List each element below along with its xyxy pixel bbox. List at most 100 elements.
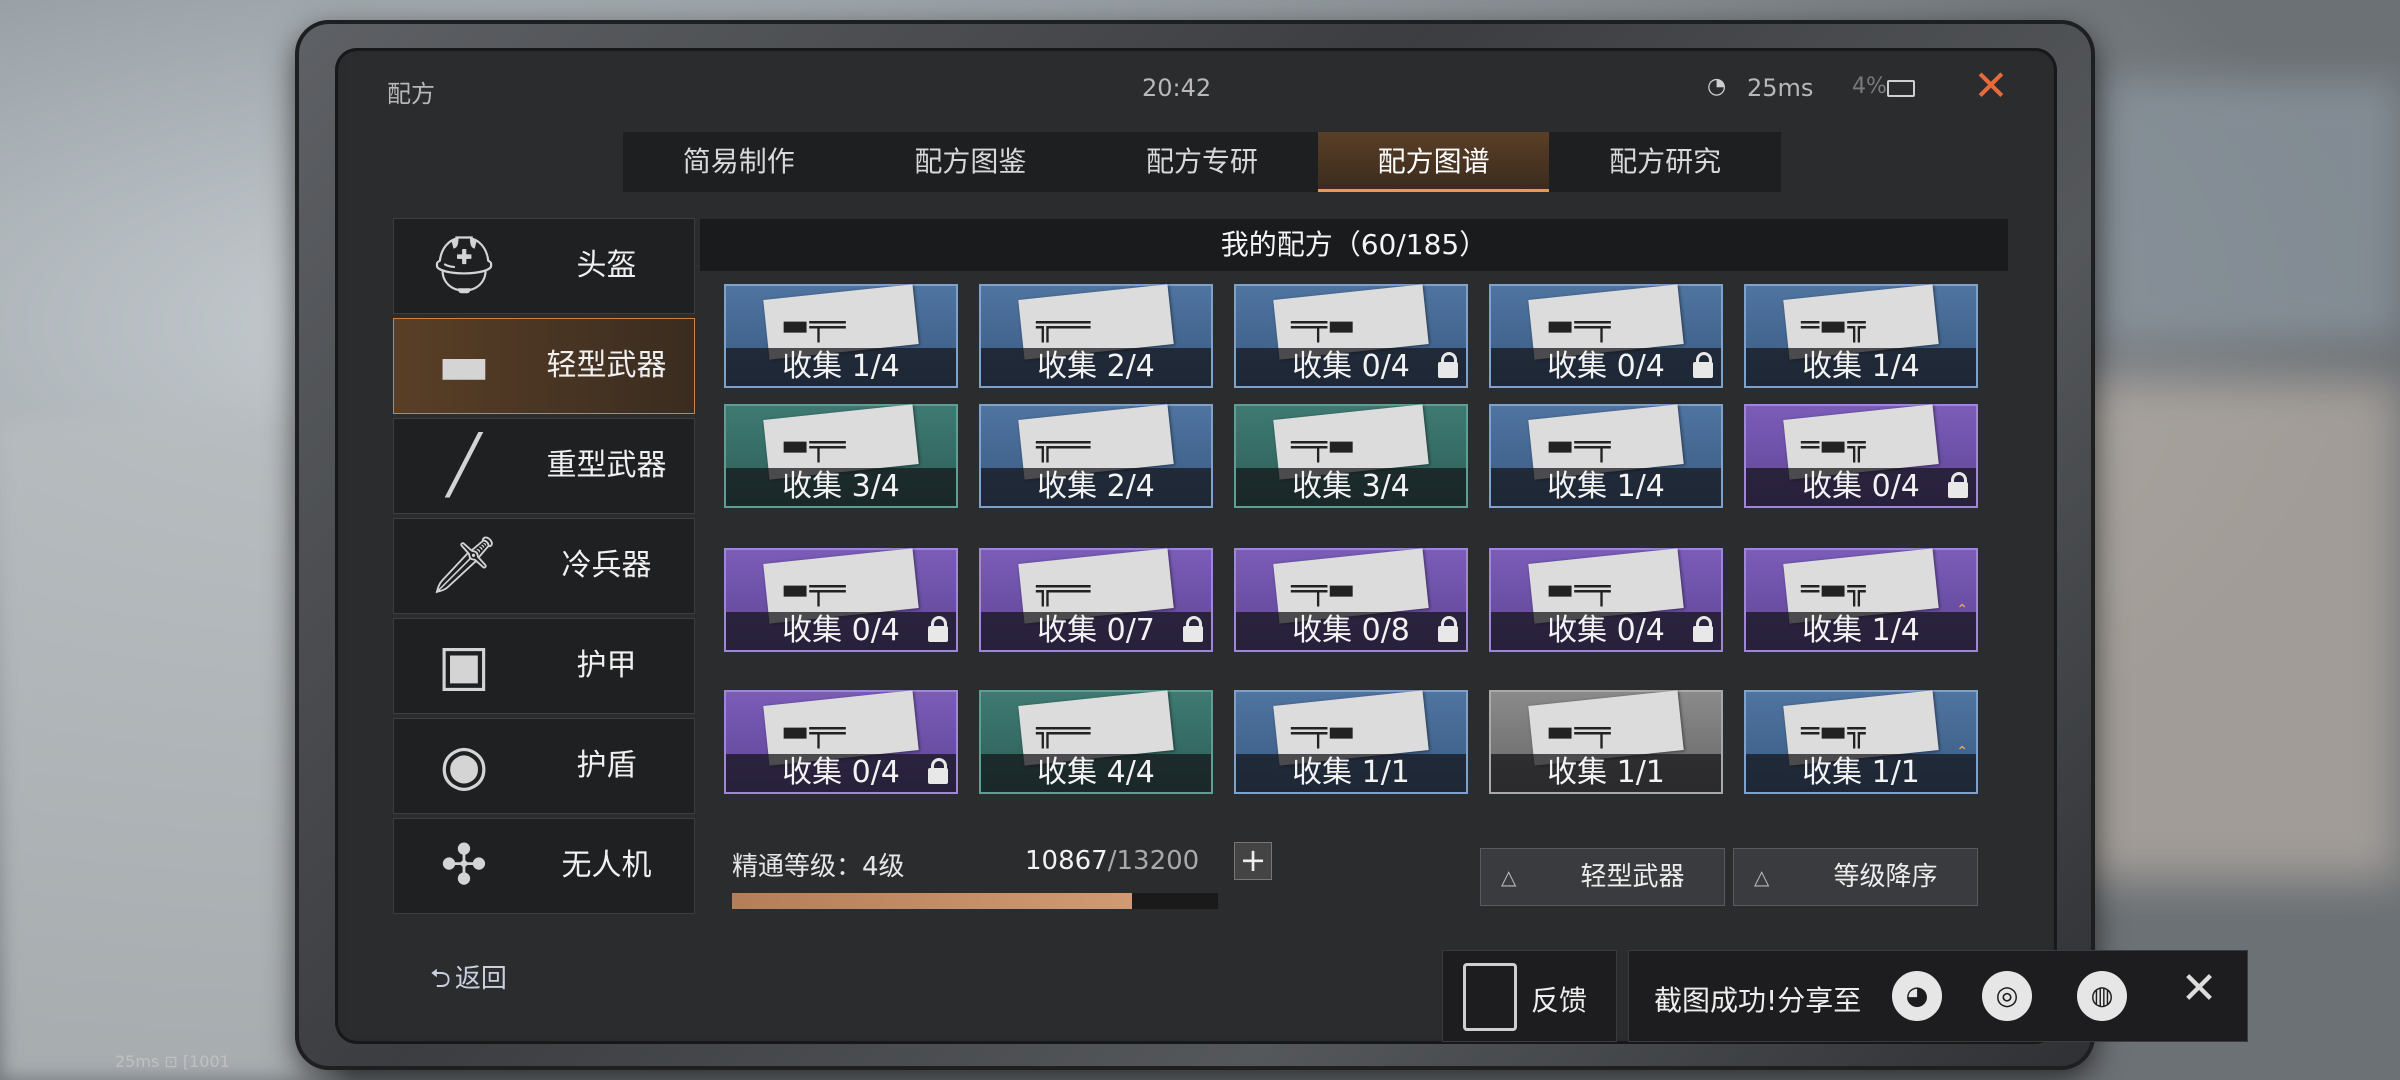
upgrade-arrow-icon: ⌃ (1956, 602, 1968, 618)
xp-current: 10867 (1025, 846, 1108, 876)
add-xp-button[interactable]: + (1234, 842, 1272, 880)
tab-4[interactable]: 配方研究 (1549, 132, 1781, 192)
debug-overlay: 25ms ⊡ [1001 (115, 1052, 230, 1071)
tab-3[interactable]: 配方图谱 (1317, 132, 1550, 192)
collect-count: 收集 0/4 (1236, 348, 1466, 386)
weapon-image: ▬═╤ (1546, 308, 1611, 343)
sidebar-item-label: 无人机 (561, 848, 652, 883)
weapon-image: ═╤▬ (1291, 572, 1356, 607)
mastery-progress-bar (732, 893, 1218, 909)
top-bar: 配方 20:42 ◔ 25ms 4% ✕ (347, 62, 2047, 118)
background-blur (2050, 380, 2400, 880)
sidebar-item-label: 冷兵器 (561, 548, 652, 583)
sidebar-item-3[interactable]: 🗡 冷兵器 (393, 518, 695, 614)
helmet-icon: ⛑ (428, 233, 500, 298)
collect-count: 收集 0/4 (726, 754, 956, 792)
weapon-image: ═▬╦ (1801, 308, 1866, 343)
feedback-button[interactable]: 反馈 (1442, 950, 1617, 1042)
collect-count: 收集 0/4 (1491, 348, 1721, 386)
category-filter-button[interactable]: △ 轻型武器 (1480, 848, 1725, 906)
collect-count: 收集 1/1 (1236, 754, 1466, 792)
weapon-image: ═▬╦ (1801, 572, 1866, 607)
drone-icon: ✣ (440, 833, 488, 898)
recipe-card[interactable]: ═╤▬ 收集 0/8 (1234, 548, 1468, 652)
mastery-xp: 10867/13200 (1025, 846, 1199, 876)
collect-count: 收集 0/4 (1491, 612, 1721, 650)
weapon-image: ═▬╦ (1801, 428, 1866, 463)
weapon-image: ╦══ (1036, 428, 1091, 463)
triangle-up-icon: △ (1754, 865, 1770, 889)
sidebar-item-label: 护甲 (576, 648, 637, 683)
sidebar-item-4[interactable]: ▣ 护甲 (393, 618, 695, 714)
recipe-card[interactable]: ═▬╦ 收集 1/1 ⌃ (1744, 690, 1978, 794)
recipe-card[interactable]: ▬═╤ 收集 0/4 (1489, 284, 1723, 388)
mastery-progress-fill (732, 893, 1132, 909)
weapon-image: ▬╤═ (781, 572, 846, 607)
xp-total: /13200 (1107, 846, 1200, 876)
weapon-image: ▬╤═ (781, 308, 846, 343)
recipe-card[interactable]: ╦══ 收集 0/7 (979, 548, 1213, 652)
weapon-image: ▬═╤ (1546, 572, 1611, 607)
wechat-icon[interactable]: ◎ (1982, 971, 2032, 1021)
sidebar-item-2[interactable]: ╱ 重型武器 (393, 418, 695, 514)
close-share-icon[interactable]: ✕ (2169, 963, 2229, 1014)
category-filter-label: 轻型武器 (1580, 862, 1685, 892)
share-toast: 截图成功!分享至 ◕ ◎ ◍ ✕ (1628, 950, 2248, 1042)
collect-count: 收集 4/4 (981, 754, 1211, 792)
recipe-card[interactable]: ▬═╤ 收集 1/4 (1489, 404, 1723, 508)
collect-count: 收集 1/4 (1491, 468, 1721, 506)
recipe-card[interactable]: ▬╤═ 收集 0/4 (724, 690, 958, 794)
weapon-image: ═╤▬ (1291, 714, 1356, 749)
recipe-card[interactable]: ═▬╦ 收集 0/4 (1744, 404, 1978, 508)
my-recipes-header: 我的配方（60/185） (700, 219, 2008, 271)
weapon-image: ▬╤═ (781, 428, 846, 463)
collect-count: 收集 0/4 (1746, 468, 1976, 506)
tab-1[interactable]: 配方图鉴 (855, 132, 1087, 192)
recipe-tabs: 简易制作 配方图鉴 配方专研 配方图谱 配方研究 (623, 132, 1781, 192)
tab-0[interactable]: 简易制作 (623, 132, 855, 192)
weibo-icon[interactable]: ◕ (1892, 971, 1942, 1021)
screen-title: 配方 (387, 80, 435, 108)
recipe-card[interactable]: ═╤▬ 收集 0/4 (1234, 284, 1468, 388)
recipe-card[interactable]: ═▬╦ 收集 1/4 (1744, 284, 1978, 388)
sort-filter-label: 等级降序 (1833, 862, 1938, 892)
clock: 20:42 (1142, 74, 1212, 102)
recipe-card[interactable]: ═╤▬ 收集 1/1 (1234, 690, 1468, 794)
recipe-card[interactable]: ▬═╤ 收集 0/4 (1489, 548, 1723, 652)
sort-filter-button[interactable]: △ 等级降序 (1733, 848, 1978, 906)
close-icon[interactable]: ✕ (1967, 62, 2015, 110)
machete-icon: 🗡 (428, 533, 500, 598)
recipe-card[interactable]: ═╤▬ 收集 3/4 (1234, 404, 1468, 508)
sidebar-item-5[interactable]: ◉ 护盾 (393, 718, 695, 814)
weapon-image: ═▬╦ (1801, 714, 1866, 749)
sidebar-item-1[interactable]: ▬ 轻型武器 (393, 318, 695, 414)
camera-shutter-icon[interactable]: ◍ (2077, 971, 2127, 1021)
weapon-image: ▬╤═ (781, 714, 846, 749)
recipe-card[interactable]: ╦══ 收集 2/4 (979, 284, 1213, 388)
collect-count: 收集 3/4 (726, 468, 956, 506)
recipe-card[interactable]: ═▬╦ 收集 1/4 ⌃ (1744, 548, 1978, 652)
weapon-image: ═╤▬ (1291, 308, 1356, 343)
weapon-image: ╦══ (1036, 308, 1091, 343)
lock-icon (928, 758, 948, 784)
shield-vest-icon: ◉ (439, 733, 489, 798)
upgrade-arrow-icon: ⌃ (1956, 744, 1968, 760)
collect-count: 收集 0/8 (1236, 612, 1466, 650)
sidebar-item-6[interactable]: ✣ 无人机 (393, 818, 695, 914)
recipe-card[interactable]: ▬╤═ 收集 3/4 (724, 404, 958, 508)
recipe-card[interactable]: ▬╤═ 收集 0/4 (724, 548, 958, 652)
back-button[interactable]: ⮌ 返回 (430, 958, 507, 1004)
recipe-card[interactable]: ▬╤═ 收集 1/4 (724, 284, 958, 388)
sidebar-item-0[interactable]: ⛑ 头盔 (393, 218, 695, 314)
collect-count: 收集 1/4 (1746, 348, 1976, 386)
weapon-image: ▬═╤ (1546, 714, 1611, 749)
triangle-up-icon: △ (1501, 865, 1517, 889)
recipe-card[interactable]: ╦══ 收集 4/4 (979, 690, 1213, 794)
lock-icon (1693, 352, 1713, 378)
tab-2[interactable]: 配方专研 (1086, 132, 1318, 192)
recipe-card[interactable]: ╦══ 收集 2/4 (979, 404, 1213, 508)
lock-icon (1693, 616, 1713, 642)
background-blur (0, 420, 340, 1080)
weapon-image: ▬═╤ (1546, 428, 1611, 463)
recipe-card[interactable]: ▬═╤ 收集 1/1 (1489, 690, 1723, 794)
